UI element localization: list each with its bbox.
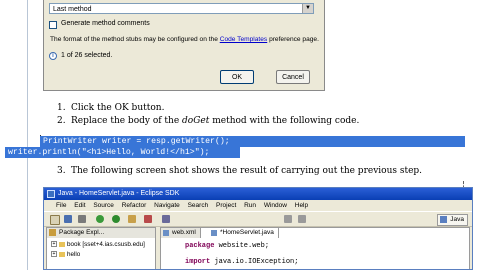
new-icon[interactable] <box>50 215 60 225</box>
cancel-button[interactable]: Cancel <box>276 70 310 84</box>
chevron-down-icon[interactable]: ▼ <box>302 4 313 13</box>
new-java-project-icon[interactable] <box>128 215 136 223</box>
step-text: The following screen shot shows the resu… <box>71 166 423 176</box>
java-perspective-icon <box>440 216 448 223</box>
code-line-1[interactable]: PrintWriter writer = resp.getWriter(); <box>40 136 465 147</box>
menu-source[interactable]: Source <box>93 202 114 209</box>
java-perspective-button[interactable]: Java <box>437 214 468 226</box>
menu-search[interactable]: Search <box>188 202 209 209</box>
info-icon: i <box>49 52 57 60</box>
java-perspective-label: Java <box>450 216 464 223</box>
generate-comments-label: Generate method comments <box>61 20 150 27</box>
selection-status: 1 of 26 selected. <box>61 52 113 59</box>
menu-window[interactable]: Window <box>264 202 287 209</box>
method-name: doGet <box>182 116 210 126</box>
menu-refactor[interactable]: Refactor <box>122 202 147 209</box>
back-icon[interactable] <box>284 215 292 223</box>
step-1: 1. Click the OK button. <box>57 103 164 113</box>
tab-label: web.xml <box>172 229 196 236</box>
tab-homeservlet-java[interactable]: *HomeServlet.java <box>209 228 279 238</box>
generate-comments-checkbox[interactable] <box>49 21 57 29</box>
step-number: 2. <box>57 116 66 126</box>
page-margin-rule <box>27 0 28 270</box>
forward-icon[interactable] <box>298 215 306 223</box>
menu-bar: File Edit Source Refactor Navigate Searc… <box>44 200 472 211</box>
step-2: 2. Replace the body of the doGet method w… <box>57 116 359 126</box>
step-number: 3. <box>57 166 66 176</box>
override-methods-dialog: Last method ▼ Generate method comments T… <box>43 0 325 91</box>
code-text: website.web; <box>214 242 270 250</box>
step-text-prefix: Replace the body of the <box>71 116 183 126</box>
package-explorer-tab[interactable]: Package Expl... <box>47 228 155 238</box>
tree-item-hello[interactable]: + hello <box>51 251 80 258</box>
package-explorer: Package Expl... + book [sset+4.ias.csusb.… <box>46 227 156 269</box>
package-explorer-icon <box>49 229 56 236</box>
menu-navigate[interactable]: Navigate <box>154 202 180 209</box>
project-icon <box>59 241 65 247</box>
keyword: import <box>185 258 211 266</box>
insertion-point-select[interactable]: Last method ▼ <box>49 3 314 14</box>
window-title-bar: Java - HomeServlet.java - Eclipse SDK <box>44 188 472 200</box>
menu-project[interactable]: Project <box>216 202 236 209</box>
eclipse-app-icon <box>47 190 55 198</box>
package-explorer-title: Package Expl... <box>59 229 105 236</box>
code-text: java.io.IOException; <box>210 258 299 266</box>
menu-run[interactable]: Run <box>244 202 256 209</box>
step-number: 1. <box>57 103 66 113</box>
eclipse-window: Java - HomeServlet.java - Eclipse SDK Fi… <box>43 187 473 270</box>
code-line-2[interactable]: writer.println("<h1>Hello, World!</h1>")… <box>5 147 240 158</box>
menu-help[interactable]: Help <box>295 202 308 209</box>
expand-icon[interactable]: + <box>51 241 57 248</box>
window-title: Java - HomeServlet.java - Eclipse SDK <box>58 190 180 197</box>
java-file-icon <box>211 230 217 236</box>
menu-edit[interactable]: Edit <box>74 202 85 209</box>
print-icon[interactable] <box>78 215 86 223</box>
run-icon[interactable] <box>112 215 120 223</box>
search-icon[interactable] <box>162 215 170 223</box>
new-package-icon[interactable] <box>144 215 152 223</box>
info-suffix: preference page. <box>267 36 319 43</box>
code-editor[interactable]: web.xml *HomeServlet.java package websit… <box>160 227 470 269</box>
toolbar: Java <box>44 211 472 227</box>
keyword: package <box>185 242 215 250</box>
method-stub-info: The format of the method stubs may be co… <box>50 36 319 43</box>
editor-line-import: import java.io.IOException; <box>185 258 298 266</box>
editor-line-package: package website.web; <box>185 242 269 250</box>
xml-file-icon <box>163 230 169 236</box>
save-icon[interactable] <box>64 215 72 223</box>
ok-button[interactable]: OK <box>220 70 254 84</box>
code-templates-link[interactable]: Code Templates <box>220 36 268 43</box>
expand-icon[interactable]: + <box>51 251 57 258</box>
info-prefix: The format of the method stubs may be co… <box>50 36 220 43</box>
step-text: Click the OK button. <box>71 103 165 113</box>
step-3: 3. The following screen shot shows the re… <box>57 166 422 176</box>
insertion-point-value: Last method <box>53 6 92 13</box>
tab-web-xml[interactable]: web.xml <box>161 228 201 238</box>
tree-item-book[interactable]: + book [sset+4.ias.csusb.edu] <box>51 241 145 248</box>
menu-file[interactable]: File <box>56 202 66 209</box>
step-text-suffix: method with the following code. <box>209 116 360 126</box>
debug-icon[interactable] <box>96 215 104 223</box>
tree-item-label: hello <box>67 251 81 258</box>
tree-item-label: book [sset+4.ias.csusb.edu] <box>67 241 145 248</box>
tab-label: *HomeServlet.java <box>220 229 274 236</box>
project-icon <box>59 251 65 257</box>
